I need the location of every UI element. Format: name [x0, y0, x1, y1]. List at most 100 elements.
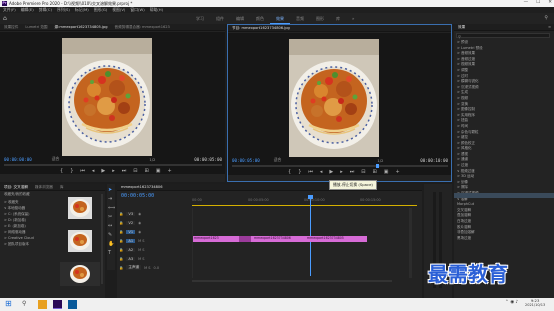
track-label[interactable]: V3 [126, 211, 136, 216]
timeline-timecode[interactable]: 00:00:05:00 [121, 193, 154, 199]
source-fit-select[interactable]: 适合 [52, 156, 60, 162]
cross-dissolve-transition[interactable] [239, 236, 251, 242]
workspace-graphics[interactable]: 图形 [310, 15, 330, 24]
track-lock-icon[interactable]: 🔒 [119, 212, 123, 216]
source-timecode[interactable]: 00:00:00:00 [4, 157, 32, 162]
track-header[interactable]: 🔒 V3 ◉ [119, 209, 189, 218]
tab-project[interactable]: 项目: 交叉溶解 [4, 185, 28, 190]
tab-effect-controls[interactable]: 效果控件 [4, 25, 18, 30]
program-ratio-select[interactable]: 1/2 [377, 158, 383, 163]
track-header[interactable]: 🔒 主声道 M S 0.0 [119, 263, 189, 272]
v1-clip-track[interactable]: mmexport1623 mmexport1623734806 mmexport… [192, 236, 367, 242]
program-play-icon[interactable]: ▶ [329, 169, 333, 175]
pen-tool-icon[interactable]: ✎ [108, 232, 112, 238]
track-mute-solo-icon[interactable]: M S [138, 248, 144, 252]
track-mute-solo-icon[interactable]: M S [144, 266, 150, 270]
master-volume-value[interactable]: 0.0 [154, 266, 160, 270]
add-button-icon[interactable]: + [167, 168, 171, 174]
track-lock-icon[interactable]: 🔒 [119, 266, 123, 270]
track-header[interactable]: 🔒 A3 M S [119, 254, 189, 263]
workspace-editing[interactable]: 编辑 [230, 15, 250, 24]
track-lock-icon[interactable]: 🔒 [119, 248, 123, 252]
play-icon[interactable]: ▶ [101, 168, 105, 174]
program-go-to-out-icon[interactable]: ⏭ [350, 169, 355, 175]
program-playhead[interactable] [376, 164, 379, 168]
maximize-button[interactable]: ☐ [536, 0, 540, 5]
track-visibility-icon[interactable]: ◉ [138, 230, 141, 234]
track-visibility-icon[interactable]: ◉ [138, 221, 141, 225]
track-lock-icon[interactable]: 🔒 [119, 221, 123, 225]
go-to-out-icon[interactable]: ⏭ [122, 168, 127, 174]
workspace-audio[interactable]: 音频 [290, 15, 310, 24]
tab-program[interactable]: 节目: mmexport1623734806.jpg [232, 26, 290, 31]
source-viewer[interactable] [0, 32, 225, 174]
workspace-assembly[interactable]: 组件 [210, 15, 230, 24]
project-scrollbar[interactable] [101, 194, 103, 284]
program-scrub-bar[interactable] [232, 165, 448, 167]
thumbnail-1[interactable] [68, 197, 92, 219]
extract-icon[interactable]: ⊞ [373, 169, 377, 175]
track-label[interactable]: 主声道 [126, 265, 142, 270]
track-lock-icon[interactable]: 🔒 [119, 230, 123, 234]
tab-audio-mixer[interactable]: 音频剪辑混合器: mmexport1623 [115, 25, 170, 30]
timeline-vscroll[interactable] [409, 208, 412, 278]
source-scrub-bar[interactable] [4, 164, 222, 166]
ripple-edit-tool-icon[interactable]: ⟺ [108, 205, 115, 211]
track-mute-solo-icon[interactable]: M S [138, 239, 144, 243]
insert-icon[interactable]: ⊟ [133, 168, 137, 174]
thumbnail-2[interactable] [68, 230, 92, 252]
work-area-bar[interactable] [192, 205, 417, 206]
track-header[interactable]: 🔒 V2 ◉ [119, 218, 189, 227]
taskbar-search-icon[interactable]: ⚲ [22, 300, 26, 307]
effects-search-input[interactable]: ⚲ [456, 33, 550, 39]
step-forward-icon[interactable]: ▸ [112, 168, 115, 174]
effects-item[interactable]: 黑场过渡 [457, 236, 552, 242]
track-mute-solo-icon[interactable]: M S [138, 257, 144, 261]
taskbar-tray-icons[interactable]: ⌃ ◉ ♪ [505, 300, 518, 305]
premiere-taskbar-icon[interactable] [53, 300, 62, 309]
track-header[interactable]: 🔒 A1 M S [119, 236, 189, 245]
program-export-frame-icon[interactable]: ▣ [384, 169, 389, 175]
razor-tool-icon[interactable]: ✂ [108, 214, 112, 220]
track-lock-icon[interactable]: 🔒 [119, 239, 123, 243]
app-taskbar-icon[interactable] [68, 300, 77, 309]
workspace-learn[interactable]: 学习 [190, 15, 210, 24]
track-visibility-icon[interactable]: ◉ [138, 212, 141, 216]
type-tool-icon[interactable]: T [108, 250, 111, 256]
minimize-button[interactable]: — [524, 0, 529, 5]
program-add-button-icon[interactable]: + [395, 169, 399, 175]
program-mark-out-icon[interactable]: } [298, 169, 301, 175]
track-header[interactable]: 🔒 A2 M S [119, 245, 189, 254]
track-select-tool-icon[interactable]: ⇥ [108, 196, 112, 202]
project-tree-item[interactable]: > 团队项目版本 [4, 241, 64, 247]
program-fit-select[interactable]: 适合 [274, 157, 282, 163]
home-icon[interactable]: ⌂ [3, 15, 7, 22]
search-icon[interactable]: ⚲ [544, 15, 548, 21]
workspace-libraries[interactable]: 库 [330, 15, 346, 24]
program-step-forward-icon[interactable]: ▸ [340, 169, 343, 175]
close-button[interactable]: ✕ [548, 0, 552, 5]
track-label[interactable]: A1 [126, 238, 136, 243]
source-ratio-select[interactable]: 1/2 [149, 157, 155, 162]
program-timecode[interactable]: 00:00:05:00 [232, 158, 260, 163]
track-label[interactable]: V1 [126, 229, 136, 234]
timeline-ruler[interactable]: 00:00 00:00:05:00 00:00:10:00 00:00:15:0… [192, 198, 417, 204]
go-to-in-icon[interactable]: ⏮ [80, 168, 85, 174]
track-label[interactable]: A3 [126, 256, 136, 261]
program-mark-in-icon[interactable]: { [288, 169, 291, 175]
mark-in-icon[interactable]: { [60, 168, 63, 174]
timeline-hscroll[interactable] [192, 280, 392, 282]
track-label[interactable]: A2 [126, 247, 136, 252]
tab-sequence[interactable]: mmexport1623734806 [121, 185, 163, 189]
hand-tool-icon[interactable]: ✋ [108, 241, 114, 247]
tab-media-browser[interactable]: 媒体浏览器 [35, 185, 53, 190]
workspace-overflow[interactable]: » [346, 15, 360, 24]
effects-menu-icon[interactable]: ≡ [548, 25, 551, 29]
track-lock-icon[interactable]: 🔒 [119, 257, 123, 261]
tab-libraries[interactable]: 库 [60, 185, 64, 190]
windows-start-icon[interactable]: ⊞ [5, 299, 12, 308]
tab-source[interactable]: 源:mmexport1623734805.jpg [55, 25, 108, 30]
slip-tool-icon[interactable]: ↔ [108, 223, 112, 229]
overwrite-icon[interactable]: ⊞ [145, 168, 149, 174]
mark-out-icon[interactable]: } [70, 168, 73, 174]
